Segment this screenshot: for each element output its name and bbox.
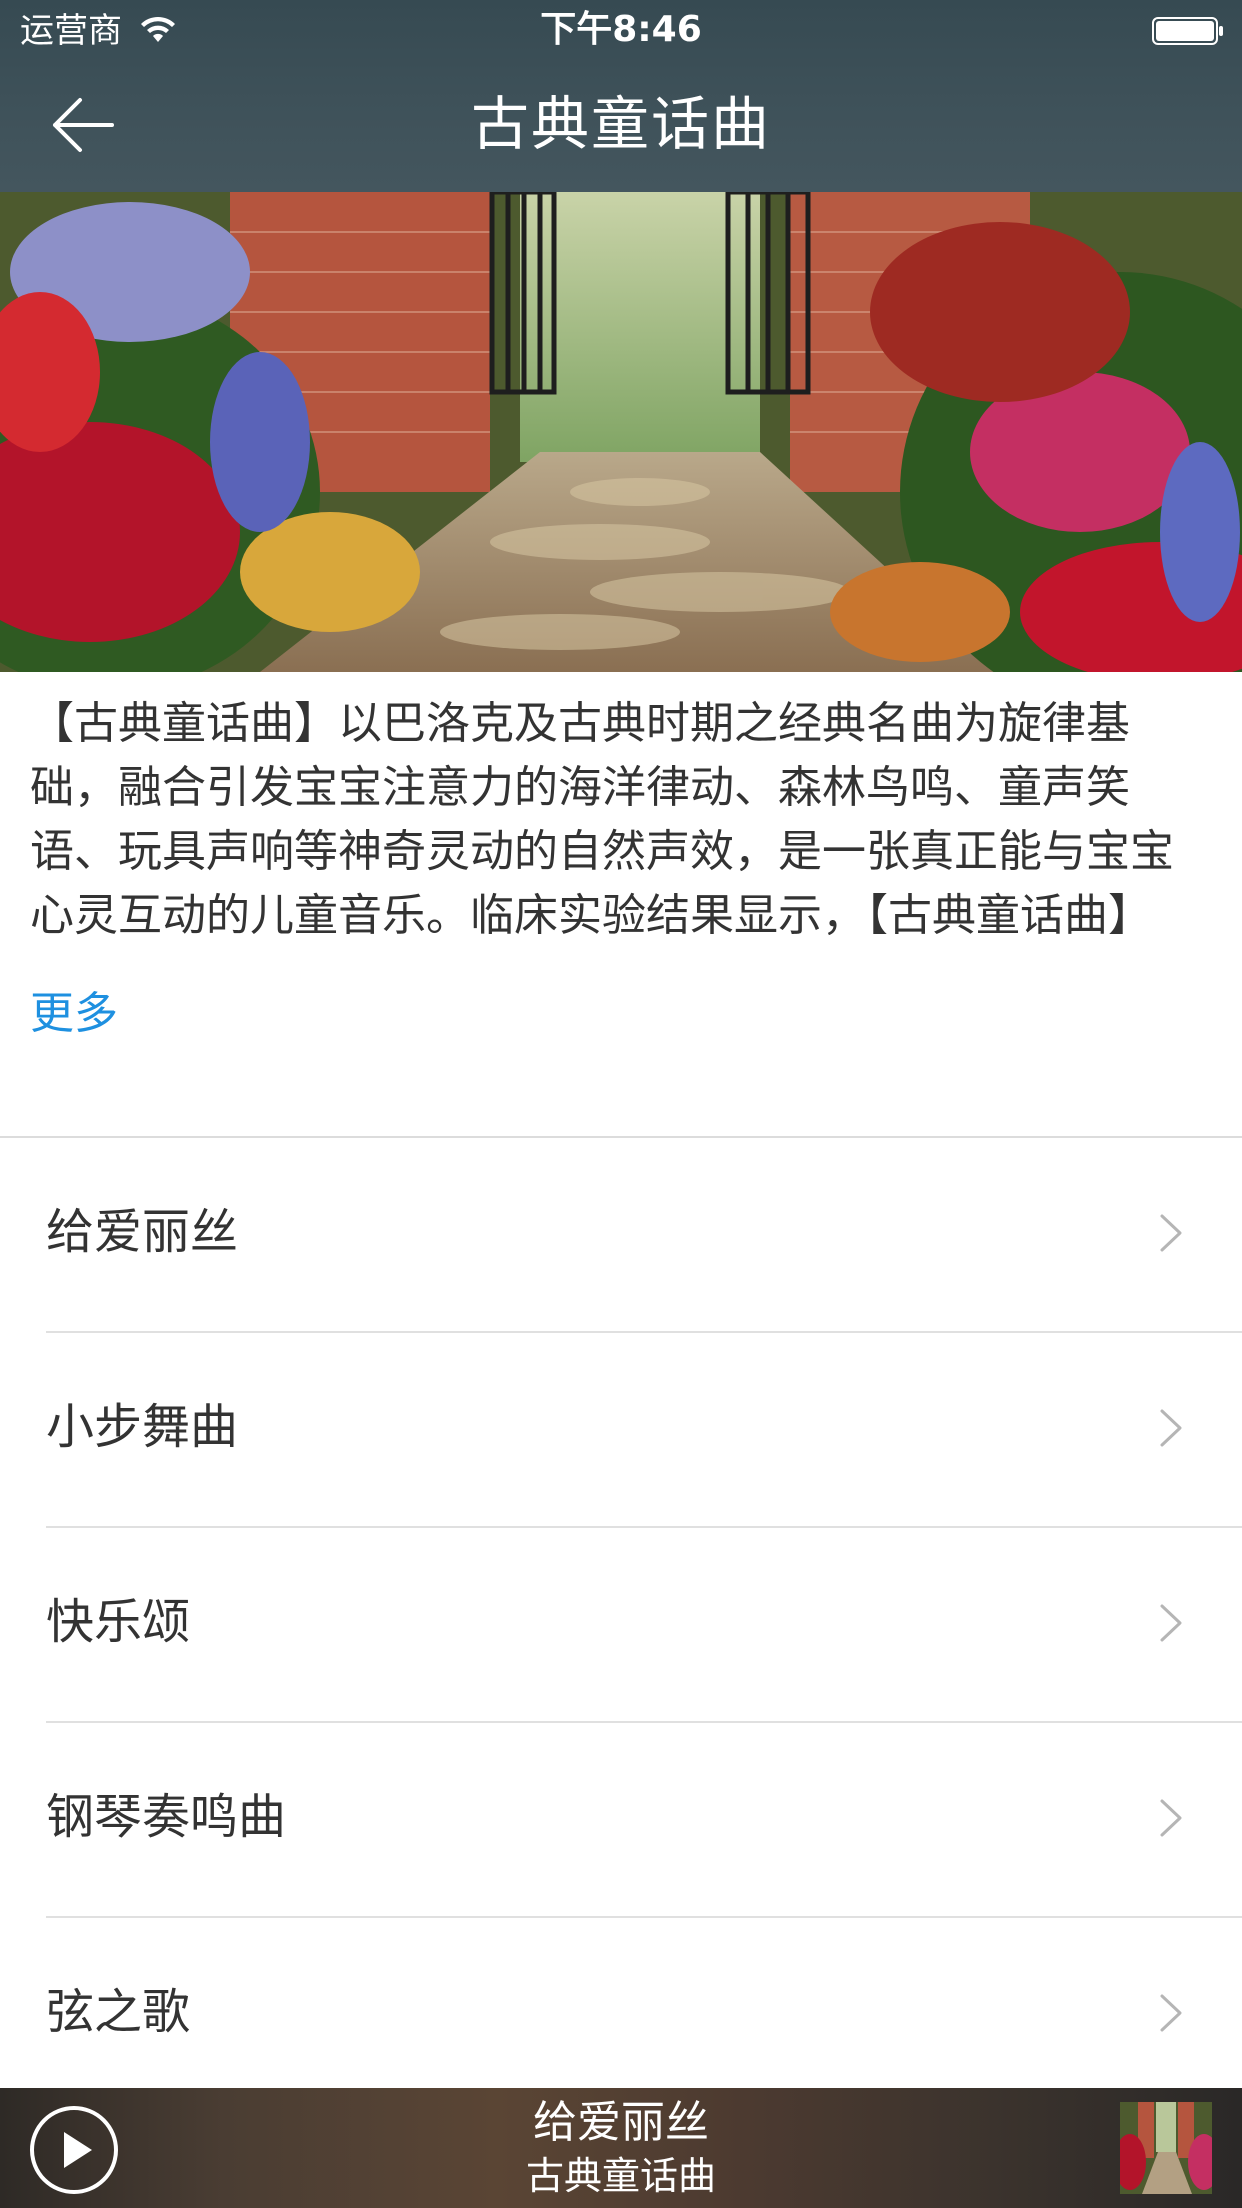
album-thumbnail[interactable] [1120,2102,1212,2194]
track-title: 给爱丽丝 [46,1204,239,1260]
track-row-3[interactable]: 快乐颂 [0,1528,1242,1723]
page-title: 古典童话曲 [470,90,771,158]
chevron-right-icon [1160,1994,1182,2032]
chevron-right-icon [1160,1604,1182,1642]
track-row-4[interactable]: 钢琴奏鸣曲 [0,1723,1242,1918]
track-row-2[interactable]: 小步舞曲 [0,1333,1242,1528]
header: 运营商 下午8:46 古典童话曲 [0,0,1242,192]
album-description: 【古典童话曲】以巴洛克及古典时期之经典名曲为旋律基础，融合引发宝宝注意力的海洋律… [30,698,1174,941]
chevron-right-icon [1160,1799,1182,1837]
track-row-5[interactable]: 弦之歌 [0,1918,1242,2113]
now-playing-title: 给爱丽丝 [533,2097,709,2148]
more-link[interactable]: 更多 [30,986,118,1042]
chevron-right-icon [1160,1214,1182,1252]
track-title: 小步舞曲 [46,1399,239,1455]
chevron-right-icon [1160,1409,1182,1447]
status-bar: 运营商 下午8:46 [0,0,1242,62]
battery-icon [1152,17,1223,45]
track-title: 钢琴奏鸣曲 [46,1789,287,1845]
now-playing-album: 古典童话曲 [525,2154,716,2198]
track-list: 给爱丽丝 小步舞曲 快乐颂 钢琴奏鸣曲 弦之歌 [0,1138,1242,2113]
track-title: 快乐颂 [46,1594,191,1650]
track-row-1[interactable]: 给爱丽丝 [0,1138,1242,1333]
mini-player[interactable]: 给爱丽丝 古典童话曲 [0,2088,1242,2208]
status-time: 下午8:46 [540,9,702,50]
nav-bar: 古典童话曲 [0,62,1242,192]
track-title: 弦之歌 [46,1984,191,2040]
album-cover-banner [0,192,1242,672]
